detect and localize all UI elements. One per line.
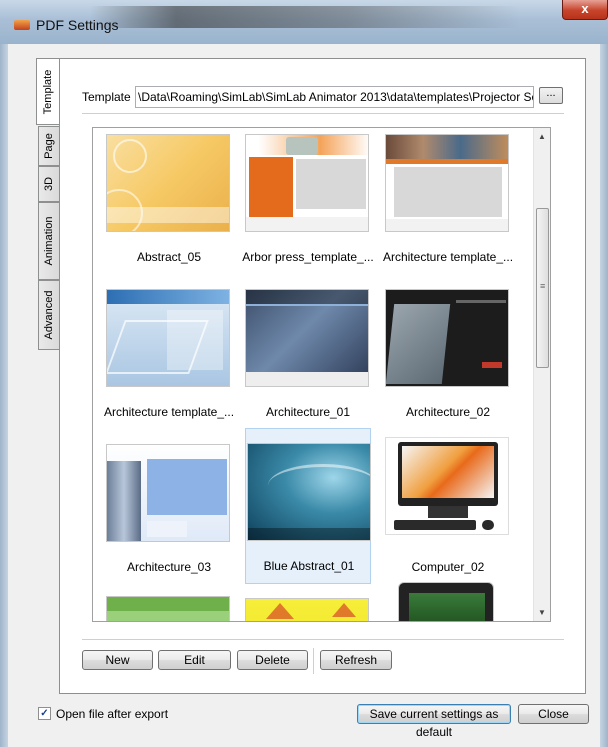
title-bar: PDF Settings x [0,0,608,44]
gallery-item-label: Architecture_03 [126,560,212,574]
thumbnail-partial-1 [106,596,230,621]
window-frame-right [600,44,608,747]
thumbnail-architecture-01 [245,289,369,387]
separator [82,113,564,114]
template-gallery[interactable]: Abstract_05 Arbor press_template_... Arc… [92,127,551,622]
gallery-scrollbar[interactable]: ▲ ≡ ▼ [533,128,550,621]
refresh-button[interactable]: Refresh [320,650,392,670]
gallery-item-label: Blue Abstract_01 [263,559,355,573]
gallery-item-label: Architecture template_... [382,250,514,264]
open-file-label: Open file after export [56,707,169,721]
gallery-item-architecture-template-b[interactable]: Architecture template_... [104,289,234,429]
app-icon [14,20,30,30]
gallery-item-partial-2[interactable] [245,598,371,621]
gallery-item-architecture-02[interactable]: Architecture_02 [385,289,511,429]
thumbnail-arbor-press [245,134,369,232]
gallery-item-label: Computer_02 [411,560,485,574]
thumbnail-architecture-02 [385,289,509,387]
button-divider [313,648,314,674]
thumbnail-architecture-03 [106,444,230,542]
grip-icon: ≡ [540,281,546,291]
gallery-item-architecture-template-a[interactable]: Architecture template_... [383,134,513,274]
open-file-checkbox[interactable]: ✓ [38,707,51,720]
scrollbar-thumb[interactable]: ≡ [536,208,549,368]
gallery-item-architecture-03[interactable]: Architecture_03 [106,444,232,584]
tab-advanced[interactable]: Advanced [38,280,59,350]
thumbnail-abstract-05 [106,134,230,232]
gallery-item-label: Architecture_01 [265,405,351,419]
gallery-item-label: Architecture template_... [103,405,235,419]
thumbnail-blue-abstract-01 [247,443,371,541]
gallery-item-partial-3[interactable] [398,582,524,621]
tab-page-label: Page [43,133,55,159]
tab-template-label: Template [42,69,54,114]
gallery-item-computer-02[interactable]: Computer_02 [385,437,511,577]
gallery-item-architecture-01[interactable]: Architecture_01 [245,289,371,429]
delete-button[interactable]: Delete [237,650,308,670]
close-window-button[interactable]: x [562,0,608,20]
thumbnail-architecture-template-a [385,134,509,232]
thumbnail-partial-2 [245,598,369,621]
gallery-item-label: Abstract_05 [136,250,202,264]
window-title: PDF Settings [36,17,119,33]
tab-3d-label: 3D [43,176,55,192]
tab-template[interactable]: Template [36,58,59,125]
thumbnail-computer-02 [385,437,509,535]
gallery-item-blue-abstract-01[interactable]: Blue Abstract_01 [245,428,371,584]
tab-animation[interactable]: Animation [38,202,59,280]
edit-button[interactable]: Edit [158,650,231,670]
thumbnail-partial-3 [398,582,494,621]
gallery-item-label: Architecture_02 [405,405,491,419]
template-path-field[interactable]: \Data\Roaming\SimLab\SimLab Animator 201… [135,86,534,108]
thumbnail-architecture-template-b [106,289,230,387]
window-frame-left [0,44,8,747]
save-default-button[interactable]: Save current settings as default [357,704,511,739]
scroll-up-arrow-icon[interactable]: ▲ [534,128,550,145]
gallery-item-label: Arbor press_template_... [242,250,374,264]
new-button[interactable]: New [82,650,153,670]
close-button[interactable]: Close [518,704,589,724]
tab-advanced-label: Advanced [43,290,55,340]
gallery-item-arbor-press[interactable]: Arbor press_template_... [242,134,374,274]
tab-page[interactable]: Page [38,126,59,166]
scroll-down-arrow-icon[interactable]: ▼ [534,604,550,621]
tab-3d[interactable]: 3D [38,166,59,202]
tab-animation-label: Animation [43,216,55,266]
gallery-item-abstract-05[interactable]: Abstract_05 [106,134,232,274]
template-label: Template : [82,90,138,104]
browse-button[interactable]: ... [539,87,563,104]
gallery-item-partial-1[interactable] [106,596,232,621]
separator [82,639,564,640]
